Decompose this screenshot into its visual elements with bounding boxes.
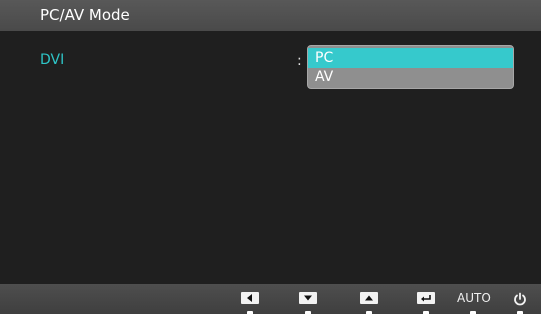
mode-dropdown[interactable]: PC AV [307, 45, 514, 89]
down-arrow-icon[interactable] [299, 292, 317, 304]
page-title: PC/AV Mode [40, 6, 130, 24]
setting-label: DVI [40, 52, 65, 68]
option-av[interactable]: AV [308, 67, 513, 87]
button-guide-bar: AUTO [0, 284, 541, 314]
osd-window: PC/AV Mode DVI : PC AV AUTO [0, 0, 541, 314]
menu-content: DVI : PC AV [0, 31, 541, 284]
enter-icon[interactable] [417, 292, 435, 304]
left-arrow-icon[interactable] [241, 292, 259, 304]
auto-label[interactable]: AUTO [457, 291, 491, 305]
option-pc[interactable]: PC [308, 48, 513, 68]
power-icon[interactable] [513, 291, 527, 306]
title-bar: PC/AV Mode [0, 0, 541, 31]
setting-separator: : [297, 53, 302, 69]
up-arrow-icon[interactable] [360, 292, 378, 304]
